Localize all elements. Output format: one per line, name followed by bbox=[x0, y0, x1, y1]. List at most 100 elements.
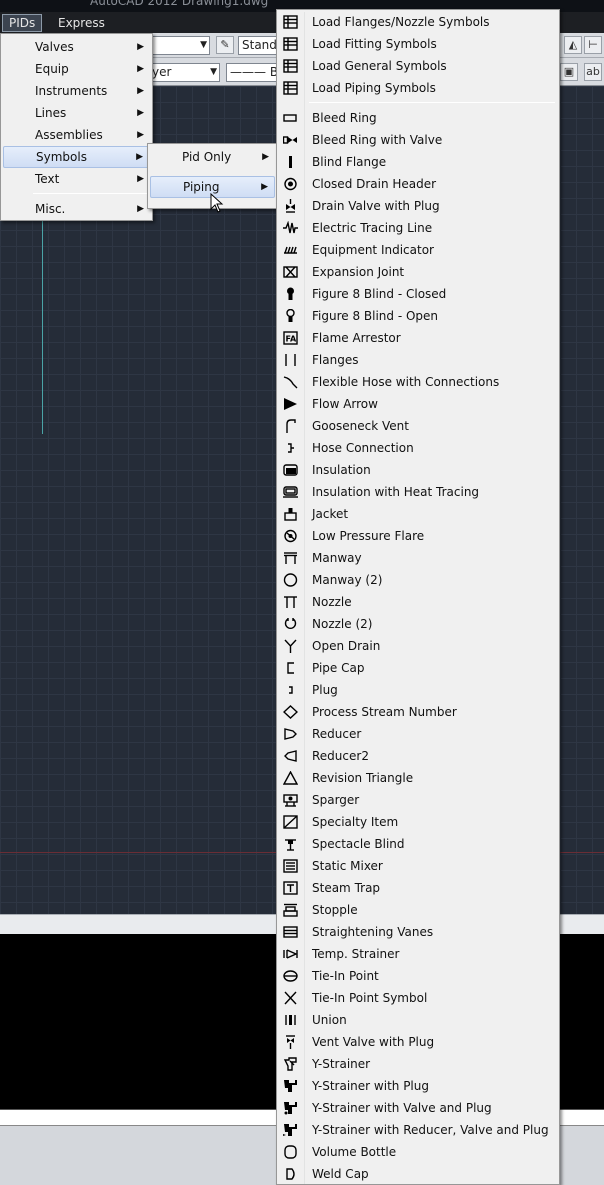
menu-item-volume-bottle[interactable]: Volume Bottle bbox=[279, 1141, 557, 1163]
menu-item-specialty-item[interactable]: Specialty Item bbox=[279, 811, 557, 833]
menu-item-flexible-hose-with-connections[interactable]: Flexible Hose with Connections bbox=[279, 371, 557, 393]
menu-item-steam-trap[interactable]: Steam Trap bbox=[279, 877, 557, 899]
menu-item-lines[interactable]: Lines ▶ bbox=[3, 102, 150, 124]
menu-item-manway-2[interactable]: Manway (2) bbox=[279, 569, 557, 591]
menu-item-valves[interactable]: Valves ▶ bbox=[3, 36, 150, 58]
submenu-arrow-icon: ▶ bbox=[136, 152, 143, 162]
reducer-icon bbox=[283, 727, 298, 741]
menu-item-label: Low Pressure Flare bbox=[312, 529, 425, 543]
dim-icon[interactable]: ⊢ bbox=[584, 36, 602, 54]
submenu-arrow-icon: ▶ bbox=[262, 152, 269, 162]
menu-item-straightening-vanes[interactable]: Straightening Vanes bbox=[279, 921, 557, 943]
layer-state-icon[interactable]: ▣ bbox=[560, 63, 578, 81]
menu-item-nozzle-2[interactable]: Nozzle (2) bbox=[279, 613, 557, 635]
menu-item-assemblies[interactable]: Assemblies ▶ bbox=[3, 124, 150, 146]
menu-item-instruments[interactable]: Instruments ▶ bbox=[3, 80, 150, 102]
tie-in-point-icon bbox=[283, 969, 298, 983]
menu-item-label: Y-Strainer with Plug bbox=[312, 1079, 429, 1093]
menu-item-insulation-with-heat-tracing[interactable]: Insulation with Heat Tracing bbox=[279, 481, 557, 503]
submenu-arrow-icon: ▶ bbox=[137, 108, 144, 118]
text-style-icon[interactable]: ✎ bbox=[216, 36, 234, 54]
blind-flange-icon bbox=[283, 155, 298, 169]
menu-item-symbols[interactable]: Symbols ▶ bbox=[3, 146, 150, 168]
menu-item-closed-drain-header[interactable]: Closed Drain Header bbox=[279, 173, 557, 195]
menu-item-figure-8-blind-open[interactable]: Figure 8 Blind - Open bbox=[279, 305, 557, 327]
menu-item-static-mixer[interactable]: Static Mixer bbox=[279, 855, 557, 877]
menu-item-load-general-symbols[interactable]: Load General Symbols bbox=[279, 55, 557, 77]
menu-item-equipment-indicator[interactable]: Equipment Indicator bbox=[279, 239, 557, 261]
submenu-arrow-icon: ▶ bbox=[137, 64, 144, 74]
layer-combo[interactable]: yer ▼ bbox=[148, 63, 220, 82]
y-strainer-valve-plug-icon bbox=[283, 1101, 298, 1115]
menu-item-bleed-ring-with-valve[interactable]: Bleed Ring with Valve bbox=[279, 129, 557, 151]
menu-item-y-strainer-with-valve-and-plug[interactable]: Y-Strainer with Valve and Plug bbox=[279, 1097, 557, 1119]
menu-item-tie-in-point[interactable]: Tie-In Point bbox=[279, 965, 557, 987]
menu-item-reducer[interactable]: Reducer bbox=[279, 723, 557, 745]
text-style-combo[interactable]: Standa bbox=[238, 36, 278, 55]
menu-item-expansion-joint[interactable]: Expansion Joint bbox=[279, 261, 557, 283]
stopple-icon bbox=[283, 903, 298, 917]
hose-connection-icon bbox=[283, 441, 298, 455]
menu-item-electric-tracing-line[interactable]: Electric Tracing Line bbox=[279, 217, 557, 239]
menu-item-open-drain[interactable]: Open Drain bbox=[279, 635, 557, 657]
menu-item-y-strainer[interactable]: Y-Strainer bbox=[279, 1053, 557, 1075]
submenu-arrow-icon: ▶ bbox=[137, 204, 144, 214]
menu-item-nozzle[interactable]: Nozzle bbox=[279, 591, 557, 613]
menu-item-temp-strainer[interactable]: Temp. Strainer bbox=[279, 943, 557, 965]
menu-item-text[interactable]: Text ▶ bbox=[3, 168, 150, 190]
menu-item-low-pressure-flare[interactable]: Low Pressure Flare bbox=[279, 525, 557, 547]
menu-item-load-fitting-symbols[interactable]: Load Fitting Symbols bbox=[279, 33, 557, 55]
menu-item-gooseneck-vent[interactable]: Gooseneck Vent bbox=[279, 415, 557, 437]
submenu-arrow-icon: ▶ bbox=[137, 42, 144, 52]
menu-item-label: Electric Tracing Line bbox=[312, 221, 433, 235]
abc-icon[interactable]: ab bbox=[584, 63, 602, 81]
menu-item-y-strainer-with-reducer-valve-and-plug[interactable]: Y-Strainer with Reducer, Valve and Plug bbox=[279, 1119, 557, 1141]
menu-item-sparger[interactable]: Sparger bbox=[279, 789, 557, 811]
menu-item-reducer2[interactable]: Reducer2 bbox=[279, 745, 557, 767]
figure8-open-icon bbox=[283, 309, 298, 323]
menu-item-load-piping-symbols[interactable]: Load Piping Symbols bbox=[279, 77, 557, 99]
menu-item-flow-arrow[interactable]: Flow Arrow bbox=[279, 393, 557, 415]
menu-item-jacket[interactable]: Jacket bbox=[279, 503, 557, 525]
menu-item-spectacle-blind[interactable]: Spectacle Blind bbox=[279, 833, 557, 855]
menu-item-process-stream-number[interactable]: Process Stream Number bbox=[279, 701, 557, 723]
menu-item-y-strainer-with-plug[interactable]: Y-Strainer with Plug bbox=[279, 1075, 557, 1097]
menu-item-pid-only[interactable]: Pid Only ▶ bbox=[150, 146, 275, 168]
menu-item-insulation[interactable]: Insulation bbox=[279, 459, 557, 481]
table-icon bbox=[283, 37, 298, 51]
menu-item-tie-in-point-symbol[interactable]: Tie-In Point Symbol bbox=[279, 987, 557, 1009]
mirror-icon[interactable]: ◭ bbox=[564, 36, 582, 54]
menu-item-weld-cap[interactable]: Weld Cap bbox=[279, 1163, 557, 1185]
menu-item-pipe-cap[interactable]: Pipe Cap bbox=[279, 657, 557, 679]
menu-item-bleed-ring[interactable]: Bleed Ring bbox=[279, 107, 557, 129]
menu-item-label: Equipment Indicator bbox=[312, 243, 434, 257]
y-strainer-plug-icon bbox=[283, 1079, 298, 1093]
menu-item-hose-connection[interactable]: Hose Connection bbox=[279, 437, 557, 459]
menu-item-label: Bleed Ring bbox=[312, 111, 377, 125]
menu-item-label: Revision Triangle bbox=[312, 771, 414, 785]
menu-item-plug[interactable]: Plug bbox=[279, 679, 557, 701]
menu-item-figure-8-blind-closed[interactable]: Figure 8 Blind - Closed bbox=[279, 283, 557, 305]
menu-item-misc[interactable]: Misc. ▶ bbox=[3, 198, 150, 220]
menu-pids[interactable]: PIDs bbox=[2, 14, 43, 32]
ucs-axis-line bbox=[42, 190, 43, 434]
menu-item-manway[interactable]: Manway bbox=[279, 547, 557, 569]
sparger-icon bbox=[283, 793, 298, 807]
menu-item-label: Tie-In Point bbox=[312, 969, 379, 983]
table-icon bbox=[283, 15, 298, 29]
specialty-item-icon bbox=[283, 815, 298, 829]
menu-item-drain-valve-with-plug[interactable]: Drain Valve with Plug bbox=[279, 195, 557, 217]
menu-item-equip[interactable]: Equip ▶ bbox=[3, 58, 150, 80]
menu-item-flanges[interactable]: Flanges bbox=[279, 349, 557, 371]
menu-item-load-flanges-nozzle-symbols[interactable]: Load Flanges/Nozzle Symbols bbox=[279, 11, 557, 33]
menu-express[interactable]: Express bbox=[52, 14, 111, 32]
linetype-combo[interactable]: ——— B bbox=[226, 63, 278, 82]
menu-item-revision-triangle[interactable]: Revision Triangle bbox=[279, 767, 557, 789]
menu-item-blind-flange[interactable]: Blind Flange bbox=[279, 151, 557, 173]
menu-item-stopple[interactable]: Stopple bbox=[279, 899, 557, 921]
menu-item-union[interactable]: Union bbox=[279, 1009, 557, 1031]
menu-item-vent-valve-with-plug[interactable]: Vent Valve with Plug bbox=[279, 1031, 557, 1053]
expansion-joint-icon bbox=[283, 265, 298, 279]
menu-item-flame-arrestor[interactable]: FA Flame Arrestor bbox=[279, 327, 557, 349]
spectacle-blind-icon bbox=[283, 837, 298, 851]
